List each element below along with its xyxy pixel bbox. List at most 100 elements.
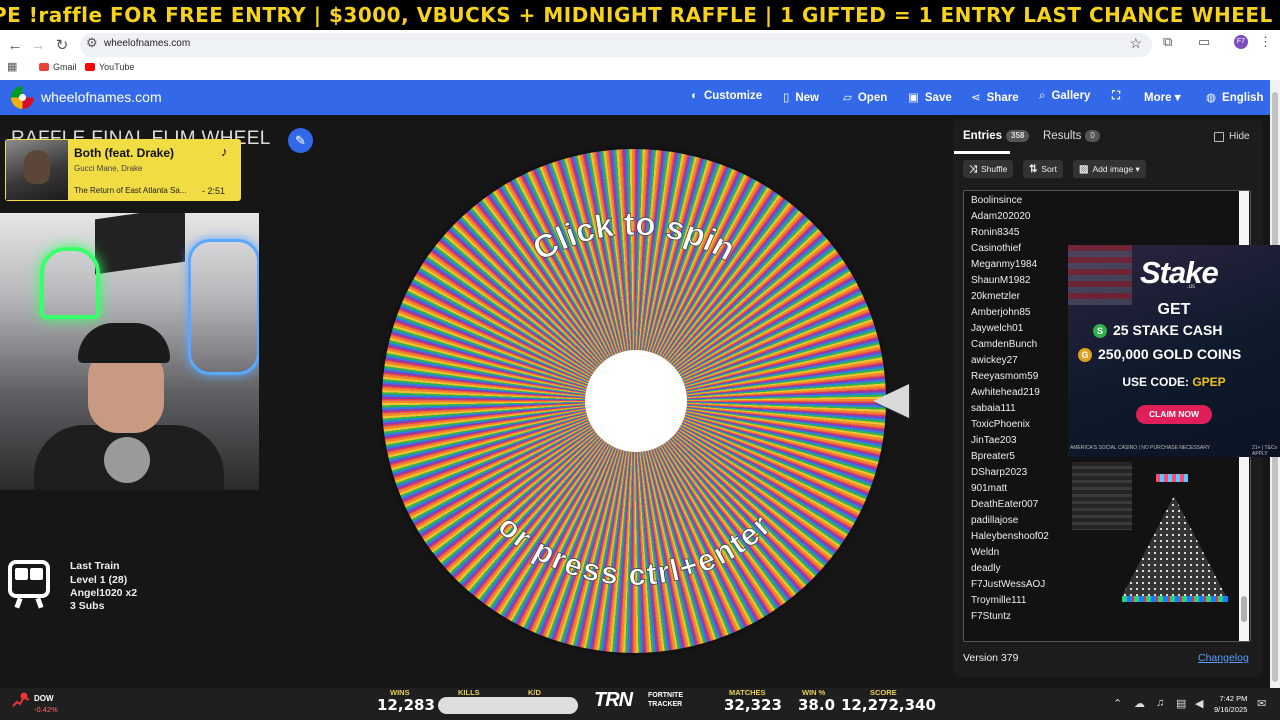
entry-row[interactable]: JinTae203 [971,435,1017,446]
version-label: Version 379 [963,652,1019,664]
address-bar[interactable]: ⚙ wheelofnames.com ☆ [80,33,1152,57]
entry-row[interactable]: awickey27 [971,355,1018,366]
wheel-logo-icon[interactable] [11,86,34,109]
entry-row[interactable]: DeathEater007 [971,499,1038,510]
music-note-icon: ♪ [221,144,228,159]
chevron-up-icon[interactable]: ⌃ [1113,697,1122,710]
entry-row[interactable]: Boolinsince [971,195,1022,206]
entry-row[interactable]: deadly [971,563,1000,574]
notification-icon[interactable]: ✉ [1257,697,1266,710]
cast-icon[interactable]: ▭ [1198,34,1210,50]
chevron-down-icon: ▾ [1174,92,1181,104]
wheel-instructions[interactable]: Click to spin or press ctrl+enter [382,149,886,653]
tracker-logo: TRN [594,689,633,711]
bookmark-gmail[interactable]: Gmail [39,62,77,72]
entry-row[interactable]: Ronin8345 [971,227,1019,238]
train-top: Angel1020 x2 [70,587,138,599]
brand-name[interactable]: wheelofnames.com [41,89,162,105]
bookmark-star-icon[interactable]: ☆ [1129,35,1142,52]
entry-row[interactable]: Weldn [971,547,999,558]
entry-row[interactable]: Awhitehead219 [971,387,1040,398]
url-text: wheelofnames.com [104,38,191,49]
tab-entries[interactable]: Entries 358 [963,130,1030,142]
menu-customize[interactable]: ◐ Customize [691,90,762,102]
site-info-icon[interactable]: ⚙ [86,35,98,51]
entry-row[interactable]: Meganmy1984 [971,259,1037,270]
volume-icon[interactable]: ◀ [1195,697,1203,710]
globe-icon: ◍ [1206,92,1217,104]
sort-button[interactable]: ⇅ Sort [1023,160,1063,178]
edit-title-button[interactable]: ✎ [288,128,313,153]
entry-row[interactable]: Adam202020 [971,211,1031,222]
cloud-icon[interactable]: ☁ [1134,697,1145,710]
entry-row[interactable]: ToxicPhoenix [971,419,1030,430]
changelog-link[interactable]: Changelog [1198,652,1249,664]
apps-grid-icon[interactable]: ▦ [7,60,17,73]
menu-language[interactable]: ◍ English [1206,90,1264,104]
entry-row[interactable]: sabaia111 [971,403,1016,414]
stake-cash-coin-icon: S [1093,324,1107,338]
menu-gallery[interactable]: ⌕ Gallery [1039,90,1090,103]
forward-icon[interactable]: → [26,34,50,58]
menu-share[interactable]: ⋖ Share [971,90,1019,104]
network-icon[interactable]: ▤ [1176,697,1186,710]
ctrl-enter-text: or press ctrl+enter [491,508,777,592]
entry-row[interactable]: F7Stuntz [971,611,1011,622]
kills-label: KILLS [458,688,480,697]
entry-row[interactable]: F7JustWessAOJ [971,579,1045,590]
stake-logo-sub: .us [1187,284,1196,290]
ad-terms: 21+ | T&Cs APPLY [1252,445,1277,457]
stock-change: -0.42% [34,705,58,714]
kd-label: K/D [528,688,541,697]
bookmark-youtube[interactable]: YouTube [85,62,134,72]
stream-stats-bar: DOW -0.42% WINS 12,283 KILLS K/D TRN FOR… [0,688,1280,720]
entry-row[interactable]: 20kmetzler [971,291,1020,302]
entry-row[interactable]: Jaywelch01 [971,323,1023,334]
save-icon: ▣ [908,92,919,104]
back-icon[interactable]: ← [3,34,27,58]
entry-row[interactable]: ShaunM1982 [971,275,1031,286]
entry-row[interactable]: Troymille111 [971,595,1026,606]
kebab-menu-icon[interactable]: ⋮ [1259,34,1272,50]
entry-row[interactable]: Casinothief [971,243,1021,254]
song-title: Both (feat. Drake) [74,146,175,160]
entry-row[interactable]: Amberjohn85 [971,307,1030,318]
tab-results[interactable]: Results 0 [1043,130,1100,142]
reload-icon[interactable]: ↻ [50,34,74,58]
entry-row[interactable]: padillajose [971,515,1018,526]
add-image-button[interactable]: ▨ Add image ▾ [1073,160,1146,178]
fullscreen-icon[interactable]: ⛶ [1112,90,1120,103]
entry-row[interactable]: DSharp2023 [971,467,1027,478]
entry-row[interactable]: Haleybenshoof02 [971,531,1049,542]
score-value: 12,272,340 [841,696,936,714]
menu-more[interactable]: More ▾ [1144,90,1180,104]
entry-row[interactable]: Bpreater5 [971,451,1015,462]
album-cover [6,140,68,200]
extensions-icon[interactable]: ⧉ [1163,34,1172,50]
stake-ad[interactable]: Stake .us GET S 25 STAKE CASH G 250,000 GO… [1068,245,1280,457]
menu-save[interactable]: ▣ Save [908,90,952,104]
winpct-value: 38.0 [798,696,836,714]
now-playing-widget: Both (feat. Drake) Gucci Mane, Drake The… [5,139,241,201]
menu-open[interactable]: ▱ Open [843,90,887,104]
ad-disclaimer: AMERICA'S SOCIAL CASINO | NO PURCHASE NE… [1070,445,1211,451]
hide-checkbox[interactable] [1214,132,1224,142]
click-to-spin-text: Click to spin [526,205,741,268]
streamer-image [20,323,224,490]
system-clock[interactable]: 7:42 PM 9/16/2025 [1214,693,1247,715]
entries-count-badge: 358 [1006,130,1030,142]
profile-avatar[interactable]: F7 [1234,35,1248,49]
entry-row[interactable]: Reeyasmom59 [971,371,1038,382]
claim-now-button[interactable]: CLAIM NOW [1136,405,1212,424]
ticker-text: PE !raffle FOR FREE ENTRY | $3000, VBUCK… [0,3,1280,27]
menu-new[interactable]: ▯ New [783,90,819,104]
pencil-icon: ✎ [295,133,306,148]
mic-icon[interactable]: ♫ [1156,697,1164,709]
entry-row[interactable]: CamdenBunch [971,339,1037,350]
entry-row[interactable]: 901matt [971,483,1007,494]
stake-logo: Stake [1140,255,1219,290]
shuffle-button[interactable]: ⤨ Shuffle [963,160,1014,178]
browser-chrome: ← → ↻ ⚙ wheelofnames.com ☆ ⧉ ▭ ⋮ ▦ Gmail… [0,30,1280,80]
pennant-image [95,213,185,275]
stock-name: DOW [34,694,54,703]
